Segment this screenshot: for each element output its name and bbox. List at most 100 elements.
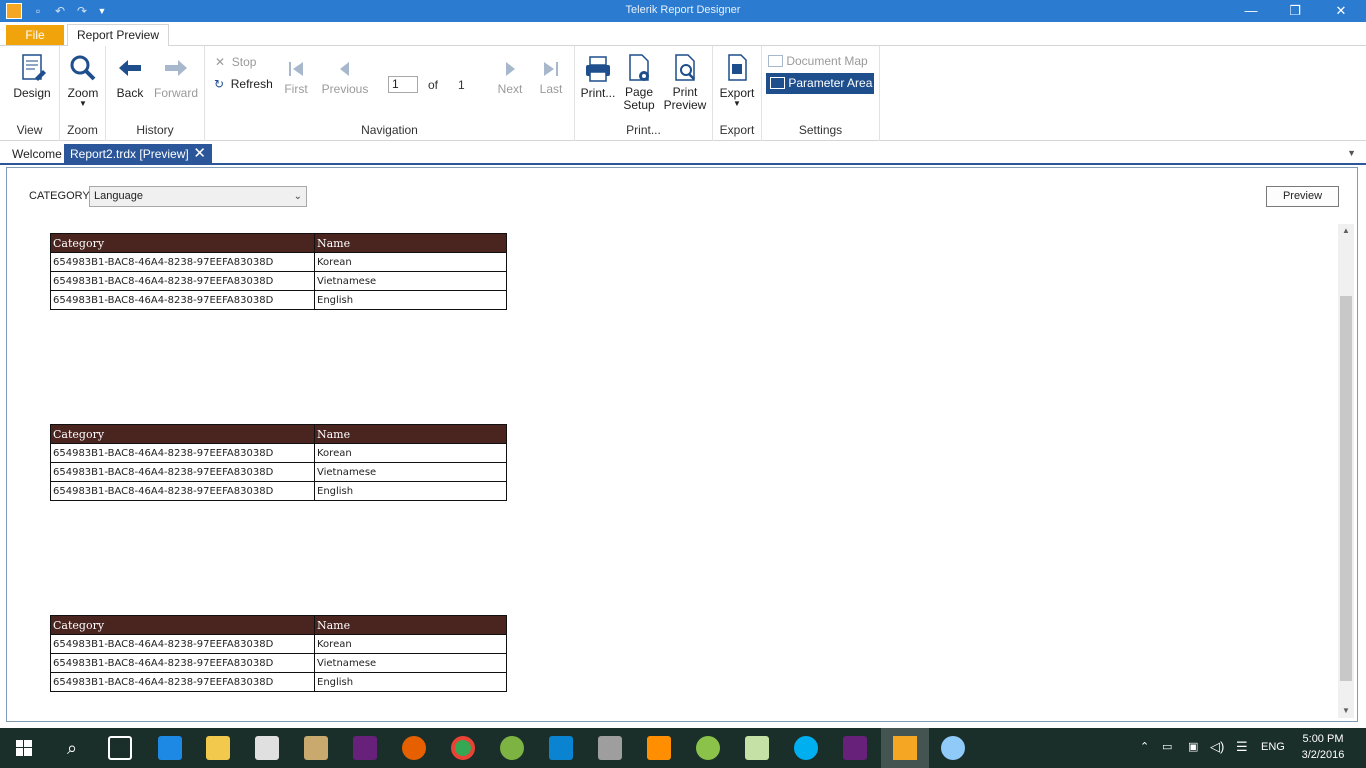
total-pages: 1 <box>458 78 465 92</box>
parameter-area: CATEGORY: Language ⌄ Preview <box>7 168 1357 220</box>
previous-page-icon <box>340 62 349 76</box>
chrome-icon[interactable] <box>451 736 475 760</box>
database-icon[interactable] <box>598 736 622 760</box>
teamviewer-icon[interactable] <box>549 736 573 760</box>
export-button[interactable]: Export ▼ <box>717 52 757 108</box>
vlc-icon[interactable] <box>647 736 671 760</box>
taskbar: ⌕ ⌃ ▭ ▣ ◁) ☰ ENG 5:00 PM 3/2/2016 <box>0 728 1366 768</box>
print-button[interactable]: Print... <box>579 52 617 100</box>
document-tab-strip: Welcome Report2.trdx [Preview] ✕ ▼ <box>0 142 1366 165</box>
scroll-down-icon[interactable]: ▼ <box>1338 704 1354 718</box>
snail-app-icon[interactable] <box>696 736 720 760</box>
preview-button[interactable]: Preview <box>1266 186 1339 207</box>
chevron-down-icon: ▼ <box>733 99 741 108</box>
refresh-button[interactable]: ↻ Refresh <box>214 77 273 91</box>
first-page-icon <box>289 62 303 76</box>
tab-report2-preview-label: Report2.trdx [Preview] <box>70 147 189 161</box>
scrollbar-thumb[interactable] <box>1340 296 1352 681</box>
print-group-label: Print... <box>626 123 661 137</box>
document-map-icon <box>768 55 783 67</box>
last-page-icon <box>544 62 558 76</box>
category-cell: 654983B1-BAC8-46A4-8238-97EEFA83038D <box>50 672 315 692</box>
window-title: Telerik Report Designer <box>625 4 741 16</box>
print-group: Print... Page Setup Print Preview Print.… <box>575 46 713 141</box>
store-icon[interactable] <box>255 736 279 760</box>
forward-label: Forward <box>153 86 198 100</box>
clock-date: 3/2/2016 <box>1301 749 1345 761</box>
back-label: Back <box>116 86 144 100</box>
table-row: 654983B1-BAC8-46A4-8238-97EEFA83038D Kor… <box>50 443 507 463</box>
visual-studio-icon[interactable] <box>843 736 867 760</box>
first-label: First <box>284 82 308 96</box>
print-label: Print... <box>580 86 616 100</box>
category-cell: 654983B1-BAC8-46A4-8238-97EEFA83038D <box>50 271 315 291</box>
edge-browser-icon[interactable] <box>158 736 182 760</box>
export-group: Export ▼ Export <box>713 46 762 141</box>
skype-icon[interactable] <box>794 736 818 760</box>
show-hidden-icons-icon[interactable]: ⌃ <box>1140 740 1149 768</box>
tab-list-dropdown-icon[interactable]: ▼ <box>1347 148 1356 158</box>
parameter-area-button[interactable]: Parameter Area <box>766 73 874 94</box>
file-explorer-icon[interactable] <box>206 736 230 760</box>
next-page-icon <box>506 62 515 76</box>
firefox-icon[interactable] <box>402 736 426 760</box>
stop-button[interactable]: ✕ Stop <box>215 55 256 69</box>
tab-report2-preview[interactable]: Report2.trdx [Preview] ✕ <box>64 144 212 165</box>
page-number-input[interactable]: 1 <box>388 76 418 93</box>
print-preview-button[interactable]: Print Preview <box>663 52 707 112</box>
visual-studio-icon[interactable] <box>353 736 377 760</box>
next-page-button[interactable]: Next <box>494 56 526 96</box>
notes-icon[interactable] <box>745 736 769 760</box>
tools-icon[interactable] <box>304 736 328 760</box>
scroll-up-icon[interactable]: ▲ <box>1338 224 1354 238</box>
zoom-button[interactable]: Zoom ▼ <box>62 52 104 108</box>
last-page-button[interactable]: Last <box>536 56 566 96</box>
close-tab-icon[interactable]: ✕ <box>193 144 206 164</box>
view-group-label: View <box>16 123 43 137</box>
design-label: Design <box>13 86 51 100</box>
language-indicator[interactable]: ENG <box>1261 741 1285 768</box>
close-icon[interactable]: ✕ <box>1318 0 1364 22</box>
search-icon[interactable]: ⌕ <box>60 736 84 760</box>
first-page-button[interactable]: First <box>281 56 311 96</box>
report-preview-tab[interactable]: Report Preview <box>67 24 169 47</box>
back-button[interactable]: Back <box>110 52 150 100</box>
vertical-scrollbar[interactable]: ▲ ▼ <box>1338 224 1354 718</box>
document-map-button[interactable]: Document Map <box>768 54 868 68</box>
report-viewer: CATEGORY: Language ⌄ Preview Category Na… <box>6 167 1358 722</box>
clock[interactable]: 5:00 PM 3/2/2016 <box>1297 731 1349 763</box>
export-group-label: Export <box>719 123 755 137</box>
table-row: 654983B1-BAC8-46A4-8238-97EEFA83038D Vie… <box>50 271 507 291</box>
magnifier-icon <box>70 55 96 81</box>
table-row: 654983B1-BAC8-46A4-8238-97EEFA83038D Eng… <box>50 481 507 501</box>
clock-time: 5:00 PM <box>1302 733 1344 745</box>
settings-group: Document Map Parameter Area Settings <box>762 46 880 141</box>
action-center-icon[interactable]: ☰ <box>1236 739 1248 768</box>
task-view-icon[interactable] <box>108 736 132 760</box>
app-icon[interactable] <box>500 736 524 760</box>
power-icon[interactable]: ▭ <box>1162 740 1172 768</box>
table-header-row: Category Name <box>50 424 507 444</box>
file-tab[interactable]: File <box>6 25 64 45</box>
page-setup-label-2: Setup <box>623 98 655 112</box>
restore-icon[interactable]: ❐ <box>1272 0 1318 22</box>
category-parameter-select[interactable]: Language ⌄ <box>89 186 307 207</box>
report-designer-taskbar-button[interactable] <box>881 728 929 768</box>
table-row: 654983B1-BAC8-46A4-8238-97EEFA83038D Kor… <box>50 252 507 272</box>
export-label: Export <box>719 86 755 100</box>
volume-icon[interactable]: ◁) <box>1210 739 1224 768</box>
design-button[interactable]: Design <box>8 52 56 100</box>
minimize-icon[interactable]: — <box>1228 0 1274 22</box>
parameter-area-icon <box>770 77 785 89</box>
tab-welcome[interactable]: Welcome <box>6 145 68 165</box>
paint-icon[interactable] <box>941 736 965 760</box>
navigation-group-label: Navigation <box>361 123 418 137</box>
previous-page-button[interactable]: Previous <box>318 56 372 96</box>
page-setup-button[interactable]: Page Setup <box>619 52 659 112</box>
category-cell: 654983B1-BAC8-46A4-8238-97EEFA83038D <box>50 481 315 501</box>
export-icon <box>728 54 747 81</box>
start-button[interactable] <box>0 728 48 768</box>
table-header-row: Category Name <box>50 233 507 253</box>
forward-button[interactable]: Forward <box>152 52 200 100</box>
network-icon[interactable]: ▣ <box>1188 740 1198 768</box>
